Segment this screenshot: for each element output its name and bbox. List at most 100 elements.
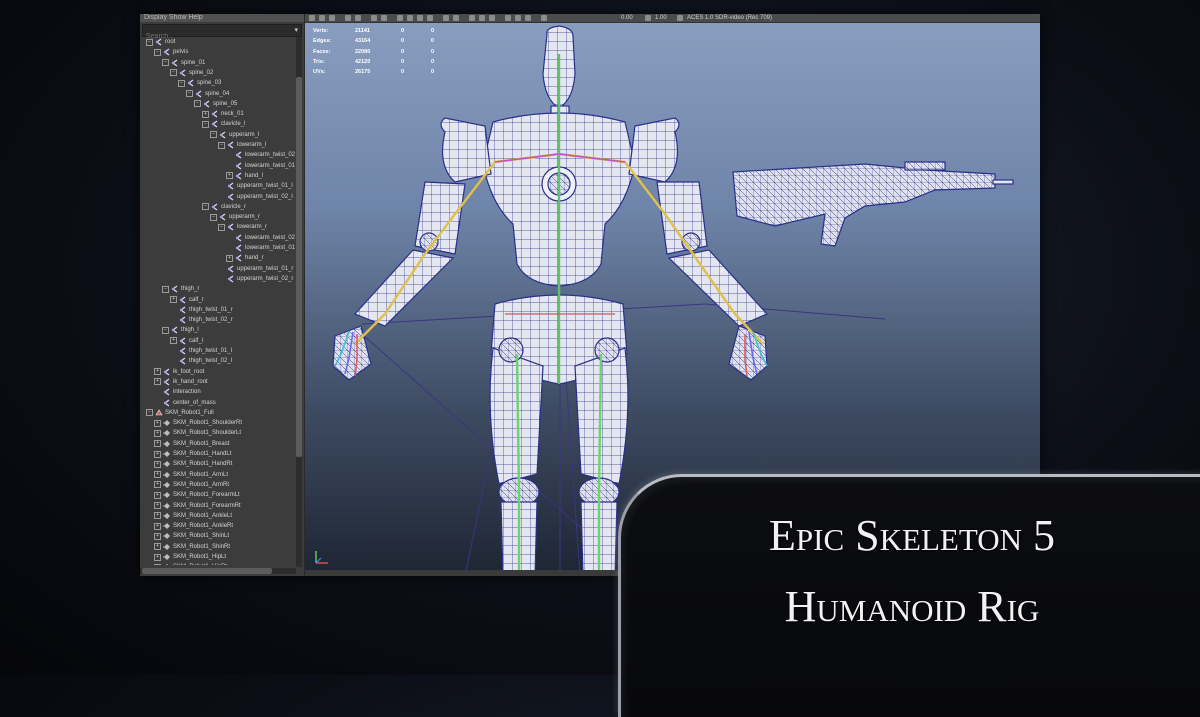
collapse-icon[interactable]: − <box>154 48 161 56</box>
scrollbar-thumb[interactable] <box>142 568 272 574</box>
expand-icon[interactable]: + <box>154 522 161 530</box>
outliner-joint-item[interactable]: upperarm_twist_01_r <box>218 264 293 274</box>
expand-icon <box>170 306 177 313</box>
collapse-icon[interactable]: − <box>210 131 217 139</box>
outliner-blendshape-item[interactable]: + SKM_Robot1_ArmLt <box>154 470 228 480</box>
outliner-joint-item[interactable]: + ik_hand_root <box>154 377 208 387</box>
outliner-joint-item[interactable]: interaction <box>154 387 201 397</box>
expand-icon[interactable]: + <box>154 419 161 427</box>
outliner-joint-item[interactable]: lowerarm_twist_01_r <box>226 243 295 253</box>
expand-icon[interactable]: + <box>154 460 161 468</box>
outliner-mesh-item[interactable]: − SKM_Robot1_Full <box>146 408 214 418</box>
outliner-joint-item[interactable]: thigh_twist_02_l <box>170 356 232 366</box>
outliner-joint-item[interactable]: + ik_foot_root <box>154 367 204 377</box>
outliner-joint-item[interactable]: − spine_02 <box>170 68 213 78</box>
outliner-blendshape-item[interactable]: + SKM_Robot1_AnkleRt <box>154 521 233 531</box>
collapse-icon[interactable]: − <box>146 38 153 46</box>
collapse-icon[interactable]: − <box>146 409 153 417</box>
expand-icon[interactable]: + <box>154 502 161 509</box>
outliner-joint-item[interactable]: − clavicle_l <box>202 119 245 129</box>
expand-icon[interactable]: + <box>154 378 161 386</box>
outliner-joint-item[interactable]: − root <box>146 37 175 47</box>
expand-icon[interactable]: + <box>154 512 161 520</box>
outliner-joint-item[interactable]: upperarm_twist_02_l <box>218 192 293 202</box>
outliner-joint-item[interactable]: − pelvis <box>154 47 188 57</box>
outliner-joint-item[interactable]: + hand_l <box>226 171 263 181</box>
collapse-icon[interactable]: − <box>210 213 217 221</box>
outliner-joint-item[interactable]: upperarm_twist_02_r <box>218 274 293 284</box>
outliner-joint-item[interactable]: upperarm_twist_01_l <box>218 181 293 191</box>
outliner-blendshape-item[interactable]: + SKM_Robot1_HipRt <box>154 562 227 565</box>
expand-icon[interactable]: + <box>154 368 161 376</box>
outliner-joint-item[interactable]: − lowerarm_r <box>218 222 267 232</box>
outliner-blendshape-item[interactable]: + SKM_Robot1_AnkleLt <box>154 511 232 521</box>
outliner-joint-item[interactable]: lowerarm_twist_02_r <box>226 233 295 243</box>
outliner-joint-item[interactable]: thigh_twist_01_l <box>170 346 232 356</box>
expand-icon[interactable]: + <box>154 532 161 540</box>
expand-icon[interactable]: + <box>202 110 209 118</box>
outliner-joint-item[interactable]: thigh_twist_02_r <box>170 315 233 325</box>
outliner-blendshape-item[interactable]: + SKM_Robot1_ForearmLt <box>154 490 240 500</box>
outliner-joint-item[interactable]: − clavicle_r <box>202 202 246 212</box>
collapse-icon[interactable]: − <box>170 69 177 77</box>
outliner-blendshape-item[interactable]: + SKM_Robot1_Breast <box>154 439 229 449</box>
outliner-blendshape-item[interactable]: + SKM_Robot1_HandLt <box>154 449 231 459</box>
outliner-joint-item[interactable]: − lowerarm_l <box>218 140 266 150</box>
expand-icon[interactable]: + <box>154 491 161 499</box>
outliner-blendshape-item[interactable]: + SKM_Robot1_ShinRt <box>154 542 230 552</box>
expand-icon <box>170 317 177 324</box>
collapse-icon[interactable]: − <box>162 59 169 67</box>
outliner-joint-item[interactable]: + calf_r <box>170 295 204 305</box>
outliner-joint-item[interactable]: − spine_05 <box>194 99 237 109</box>
collapse-icon[interactable]: − <box>202 120 209 128</box>
outliner-horizontal-scrollbar[interactable] <box>140 568 296 574</box>
collapse-icon[interactable]: − <box>194 100 201 108</box>
outliner-joint-item[interactable]: − spine_04 <box>186 89 229 99</box>
outliner-joint-item[interactable]: lowerarm_twist_02_l <box>226 150 295 160</box>
outliner-joint-item[interactable]: + calf_l <box>170 336 203 346</box>
expand-icon[interactable]: + <box>154 450 161 458</box>
outliner-joint-item[interactable]: lowerarm_twist_01_l <box>226 161 295 171</box>
outliner-menu-bar[interactable]: Display Show Help <box>140 14 304 22</box>
expand-icon[interactable]: + <box>170 296 177 303</box>
collapse-icon[interactable]: − <box>218 223 225 231</box>
outliner-joint-item[interactable]: − thigh_r <box>162 284 199 294</box>
expand-icon[interactable]: + <box>154 471 161 479</box>
outliner-joint-item[interactable]: − spine_01 <box>162 58 205 68</box>
outliner-vertical-scrollbar[interactable] <box>296 37 302 567</box>
outliner-blendshape-item[interactable]: + SKM_Robot1_HipLt <box>154 552 226 562</box>
collapse-icon[interactable]: − <box>218 141 225 149</box>
outliner-blendshape-item[interactable]: + SKM_Robot1_ForearmRt <box>154 501 241 511</box>
collapse-icon[interactable]: − <box>178 79 185 87</box>
outliner-joint-item[interactable]: + neck_01 <box>202 109 244 119</box>
outliner-blendshape-item[interactable]: + SKM_Robot1_ShinLt <box>154 531 229 541</box>
expand-icon[interactable]: + <box>226 172 233 180</box>
rifle-mesh[interactable] <box>732 161 1014 247</box>
expand-icon[interactable]: + <box>170 337 177 345</box>
expand-icon[interactable]: + <box>154 429 161 437</box>
collapse-icon[interactable]: − <box>162 285 169 293</box>
outliner-joint-item[interactable]: − spine_03 <box>178 78 221 88</box>
collapse-icon[interactable]: − <box>186 90 193 97</box>
outliner-joint-item[interactable]: thigh_twist_01_r <box>170 305 233 315</box>
outliner-joint-item[interactable]: − upperarm_l <box>210 130 259 140</box>
outliner-joint-item[interactable]: − thigh_l <box>162 325 199 335</box>
outliner-blendshape-item[interactable]: + SKM_Robot1_ShoulderRt <box>154 418 242 428</box>
scrollbar-thumb[interactable] <box>296 77 302 457</box>
expand-icon[interactable]: + <box>154 543 161 551</box>
collapse-icon[interactable]: − <box>202 203 209 211</box>
expand-icon[interactable]: + <box>154 440 161 448</box>
outliner-search[interactable]: ▾ <box>142 24 302 42</box>
expand-icon[interactable]: + <box>154 553 161 561</box>
expand-icon[interactable]: + <box>226 254 233 262</box>
chevron-down-icon[interactable]: ▾ <box>294 26 298 35</box>
outliner-joint-item[interactable]: + hand_r <box>226 253 264 263</box>
expand-icon[interactable]: + <box>154 481 161 489</box>
collapse-icon[interactable]: − <box>162 326 169 334</box>
outliner-joint-item[interactable]: center_of_mass <box>154 398 216 408</box>
outliner-blendshape-item[interactable]: + SKM_Robot1_ShoulderLt <box>154 428 241 438</box>
expand-icon[interactable]: + <box>154 563 161 565</box>
outliner-joint-item[interactable]: − upperarm_r <box>210 212 260 222</box>
outliner-blendshape-item[interactable]: + SKM_Robot1_HandRt <box>154 459 232 469</box>
outliner-blendshape-item[interactable]: + SKM_Robot1_ArmRt <box>154 480 229 490</box>
